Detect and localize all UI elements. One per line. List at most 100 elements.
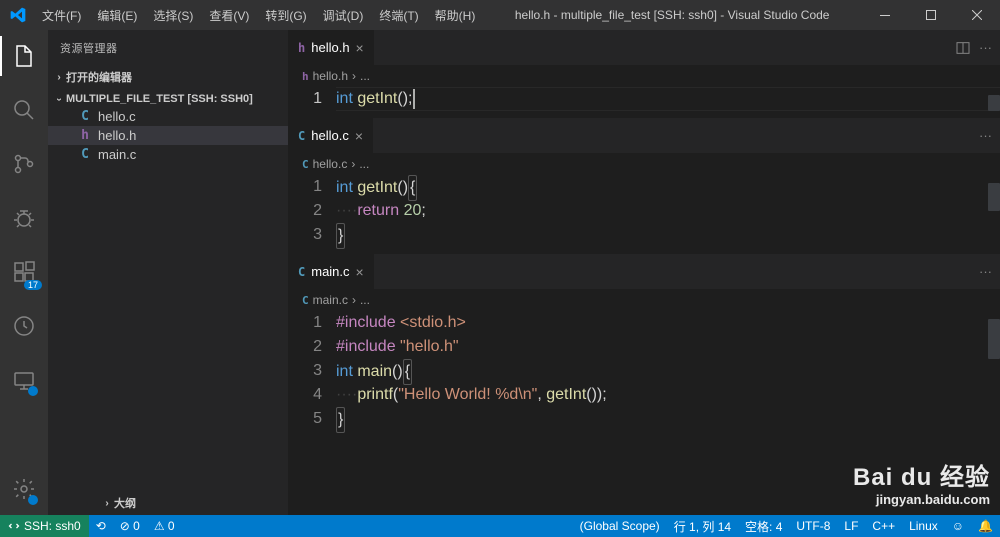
tab-main.c[interactable]: C main.c × [288, 254, 375, 289]
breadcrumb[interactable]: C main.c › ... [288, 289, 1000, 311]
status-warnings[interactable]: ⚠ 0 [147, 515, 182, 537]
gutter: 12345 [288, 311, 336, 431]
tab-hello.h[interactable]: h hello.h × [288, 30, 375, 65]
menu-debug[interactable]: 调试(D) [316, 3, 371, 28]
close-icon[interactable]: × [356, 264, 364, 280]
tab-label: hello.h [311, 40, 349, 55]
window-controls [862, 0, 1000, 30]
workspace-label: MULTIPLE_FILE_TEST [SSH: SSH0] [66, 93, 253, 105]
file-icon: h [302, 70, 309, 83]
sidebar: 资源管理器 ›打开的编辑器 ›MULTIPLE_FILE_TEST [SSH: … [48, 30, 288, 515]
open-editors-label: 打开的编辑器 [66, 69, 132, 85]
file-icon: C [298, 265, 305, 279]
menu-edit[interactable]: 编辑(E) [90, 3, 144, 28]
gutter: 123 [288, 175, 336, 247]
breadcrumb-sep: › [352, 69, 356, 83]
breadcrumb-rest: ... [360, 69, 370, 83]
file-item-hello-c[interactable]: Chello.c [48, 107, 288, 126]
chevron-right-icon: › [52, 72, 66, 83]
menu-view[interactable]: 查看(V) [202, 3, 256, 28]
gutter: 1 [288, 87, 336, 111]
minimize-button[interactable] [862, 0, 908, 30]
breadcrumb[interactable]: h hello.h › ... [288, 65, 1000, 87]
file-icon: C [76, 147, 94, 162]
status-bar: SSH: ssh0 ⟲ ⊘ 0 ⚠ 0 (Global Scope) 行 1, … [0, 515, 1000, 537]
tab-label: hello.c [311, 128, 349, 143]
tab-label: main.c [311, 264, 349, 279]
status-remote[interactable]: SSH: ssh0 [0, 515, 89, 537]
settings-icon[interactable] [0, 469, 48, 509]
debug-icon[interactable] [0, 198, 48, 238]
status-errors[interactable]: ⊘ 0 [113, 515, 147, 537]
settings-badge [28, 495, 38, 505]
more-icon[interactable]: ··· [979, 40, 992, 55]
code-body[interactable]: int getInt(); [336, 87, 1000, 111]
file-icon: h [298, 41, 305, 55]
more-icon[interactable]: ··· [979, 128, 992, 143]
file-item-main-c[interactable]: Cmain.c [48, 145, 288, 164]
extensions-icon[interactable]: 17 [0, 252, 48, 292]
open-editors-section[interactable]: ›打开的编辑器 [48, 67, 288, 87]
workspace-section[interactable]: ›MULTIPLE_FILE_TEST [SSH: SSH0] [48, 91, 288, 107]
remote-icon[interactable] [0, 360, 48, 400]
menu-bar: 文件(F) 编辑(E) 选择(S) 查看(V) 转到(G) 调试(D) 终端(T… [35, 3, 482, 28]
file-icon: C [302, 158, 309, 171]
status-lang[interactable]: C++ [865, 515, 902, 537]
outline-section[interactable]: ›大纲 [96, 493, 336, 513]
editor-tabs: C hello.c × ··· [288, 118, 1000, 153]
menu-help[interactable]: 帮助(H) [428, 3, 483, 28]
editor-group: C hello.c × ··· C hello.c › ... 123int g… [288, 118, 1000, 254]
more-icon[interactable]: ··· [979, 264, 992, 279]
outline-label: 大纲 [114, 495, 136, 511]
breadcrumb-rest: ... [359, 157, 369, 171]
chevron-down-icon: › [54, 92, 65, 106]
menu-terminal[interactable]: 终端(T) [372, 3, 425, 28]
breadcrumb-file: main.c [313, 293, 348, 307]
file-name: hello.h [98, 128, 136, 143]
status-sync[interactable]: ⟲ [89, 515, 113, 537]
breadcrumb[interactable]: C hello.c › ... [288, 153, 1000, 175]
file-item-hello-h[interactable]: hhello.h [48, 126, 288, 145]
code-body[interactable]: #include <stdio.h>#include "hello.h"int … [336, 311, 1000, 431]
close-icon[interactable]: × [356, 40, 364, 56]
remote-badge [28, 386, 38, 396]
breadcrumb-sep: › [351, 157, 355, 171]
split-editor-icon[interactable] [955, 40, 971, 56]
source-control-icon[interactable] [0, 144, 48, 184]
chevron-right-icon: › [100, 498, 114, 509]
status-spaces[interactable]: 空格: 4 [738, 515, 789, 537]
activity-bar: 17 [0, 30, 48, 515]
window-title: hello.h - multiple_file_test [SSH: ssh0]… [482, 8, 862, 22]
breadcrumb-rest: ... [360, 293, 370, 307]
code-editor[interactable]: 12345#include <stdio.h>#include "hello.h… [288, 311, 1000, 437]
menu-select[interactable]: 选择(S) [146, 3, 200, 28]
code-editor[interactable]: 123int getInt(){····return 20;} [288, 175, 1000, 253]
status-feedback[interactable]: ☺ [945, 515, 971, 537]
code-editor[interactable]: 1int getInt(); [288, 87, 1000, 117]
status-scope[interactable]: (Global Scope) [573, 515, 667, 537]
search-icon[interactable] [0, 90, 48, 130]
extensions-badge: 17 [24, 280, 42, 290]
status-os[interactable]: Linux [902, 515, 945, 537]
sidebar-title: 资源管理器 [48, 30, 288, 65]
status-bell[interactable]: 🔔 [971, 515, 1000, 537]
close-button[interactable] [954, 0, 1000, 30]
editor-area: h hello.h × ··· h hello.h › ... 1int get… [288, 30, 1000, 515]
menu-file[interactable]: 文件(F) [35, 3, 88, 28]
status-eol[interactable]: LF [837, 515, 865, 537]
file-icon: C [302, 294, 309, 307]
file-icon: C [76, 109, 94, 124]
explorer-icon[interactable] [0, 36, 48, 76]
timeline-icon[interactable] [0, 306, 48, 346]
menu-go[interactable]: 转到(G) [258, 3, 313, 28]
titlebar: 文件(F) 编辑(E) 选择(S) 查看(V) 转到(G) 调试(D) 终端(T… [0, 0, 1000, 30]
status-lncol[interactable]: 行 1, 列 14 [667, 515, 738, 537]
maximize-button[interactable] [908, 0, 954, 30]
breadcrumb-file: hello.c [313, 157, 348, 171]
tab-hello.c[interactable]: C hello.c × [288, 118, 374, 153]
file-name: hello.c [98, 109, 136, 124]
file-name: main.c [98, 147, 136, 162]
code-body[interactable]: int getInt(){····return 20;} [336, 175, 1000, 247]
close-icon[interactable]: × [355, 128, 363, 144]
status-encoding[interactable]: UTF-8 [789, 515, 837, 537]
